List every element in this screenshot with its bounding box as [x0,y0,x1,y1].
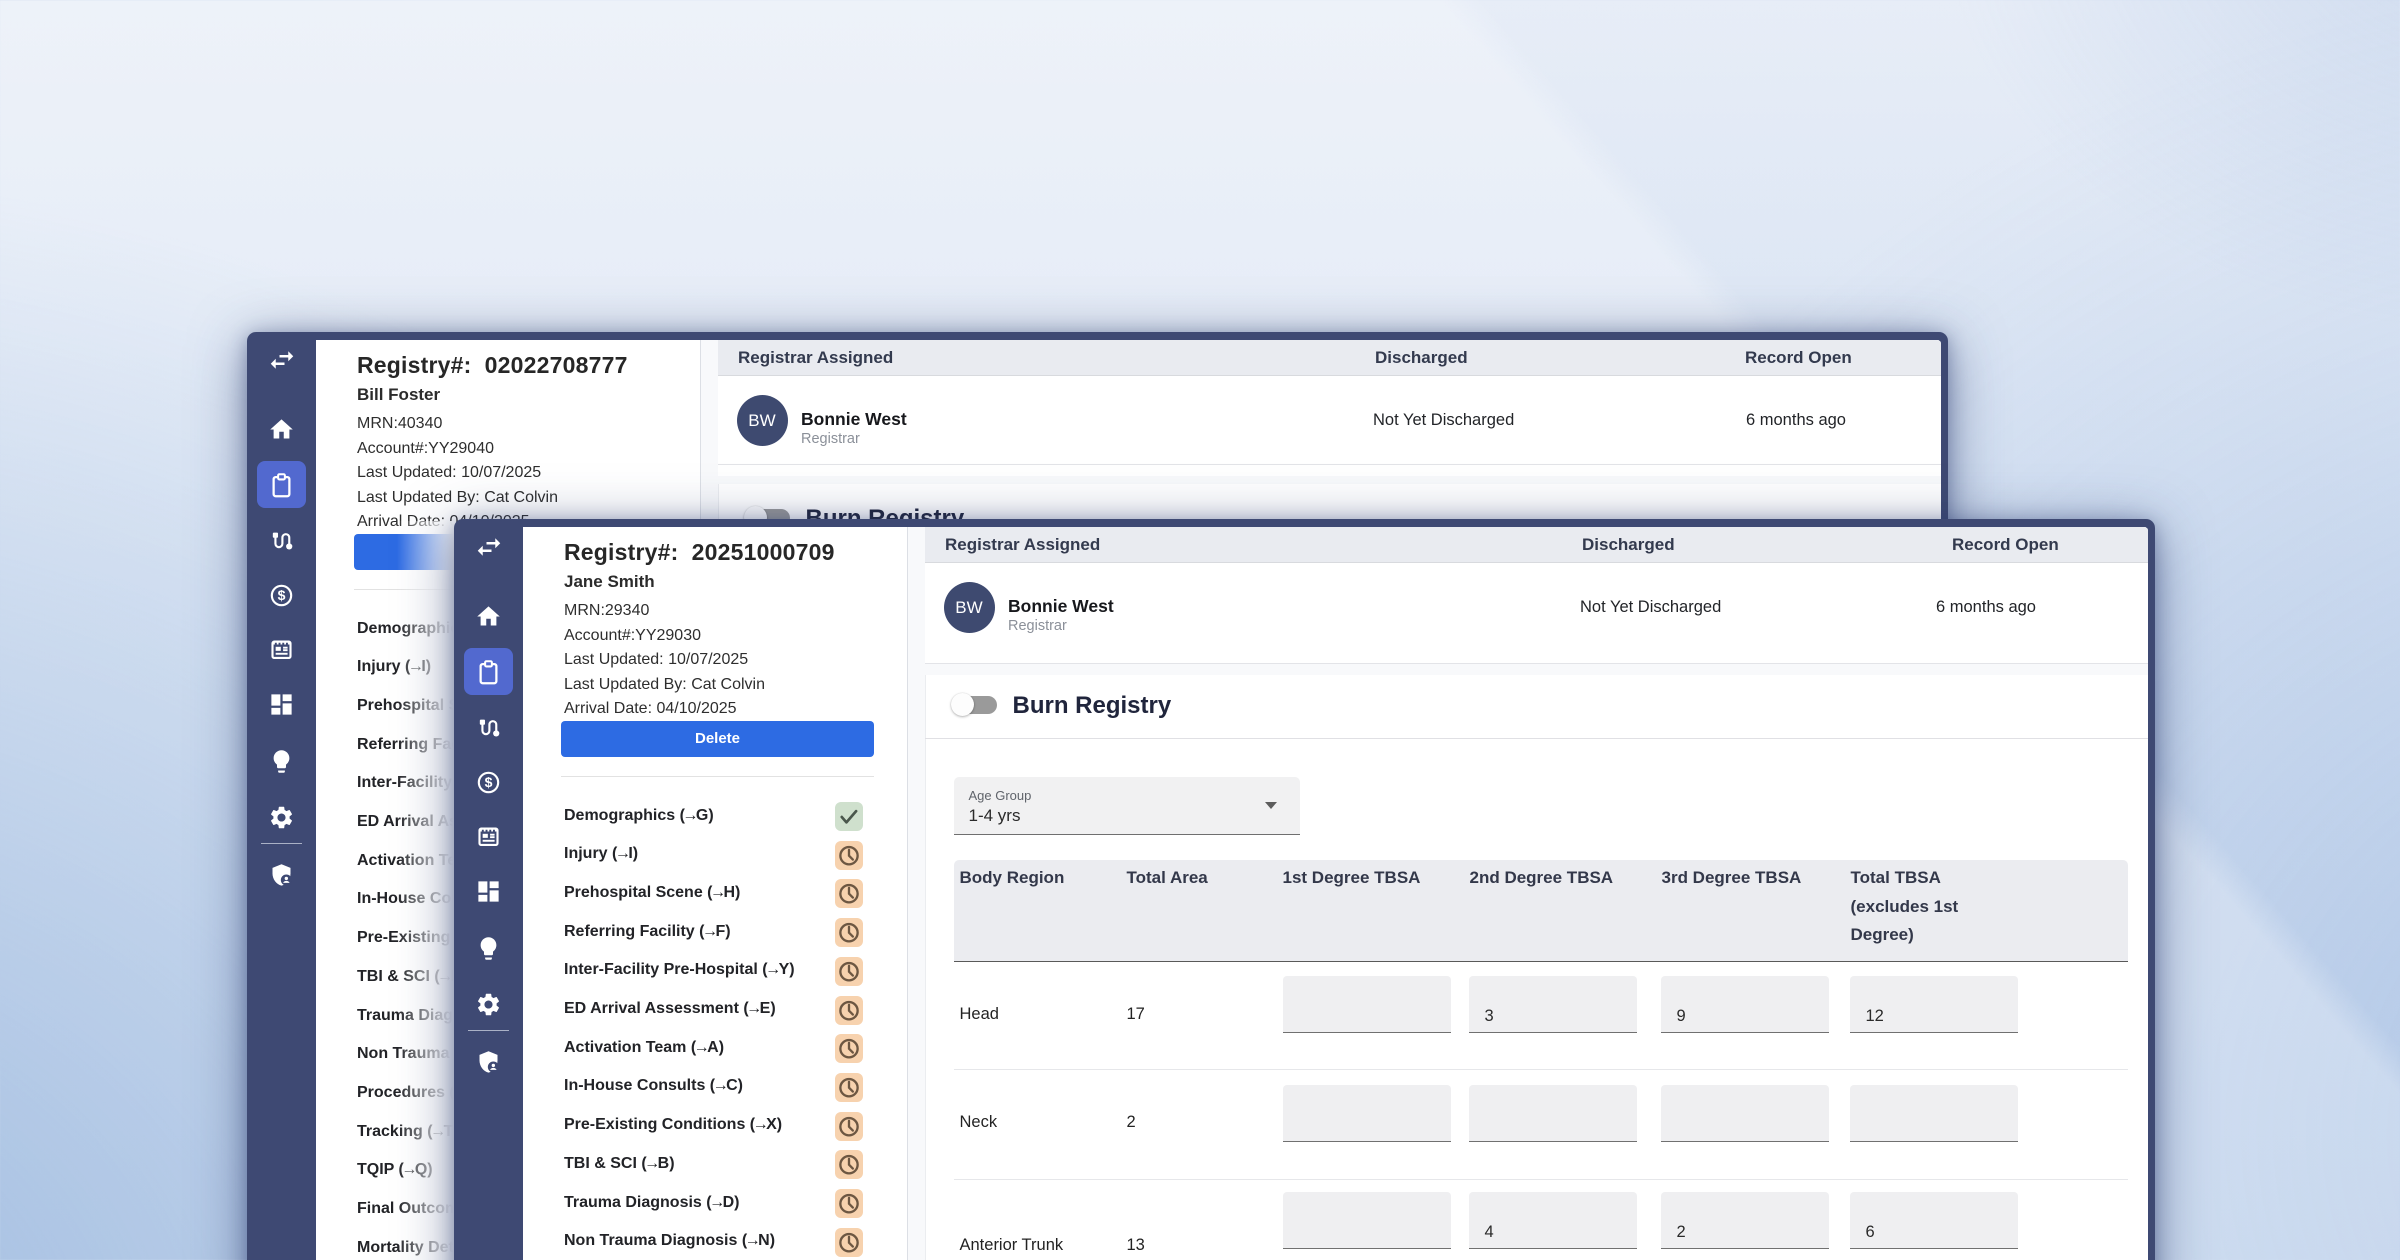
svg-text:$: $ [485,774,493,790]
svg-text:$: $ [278,587,286,603]
